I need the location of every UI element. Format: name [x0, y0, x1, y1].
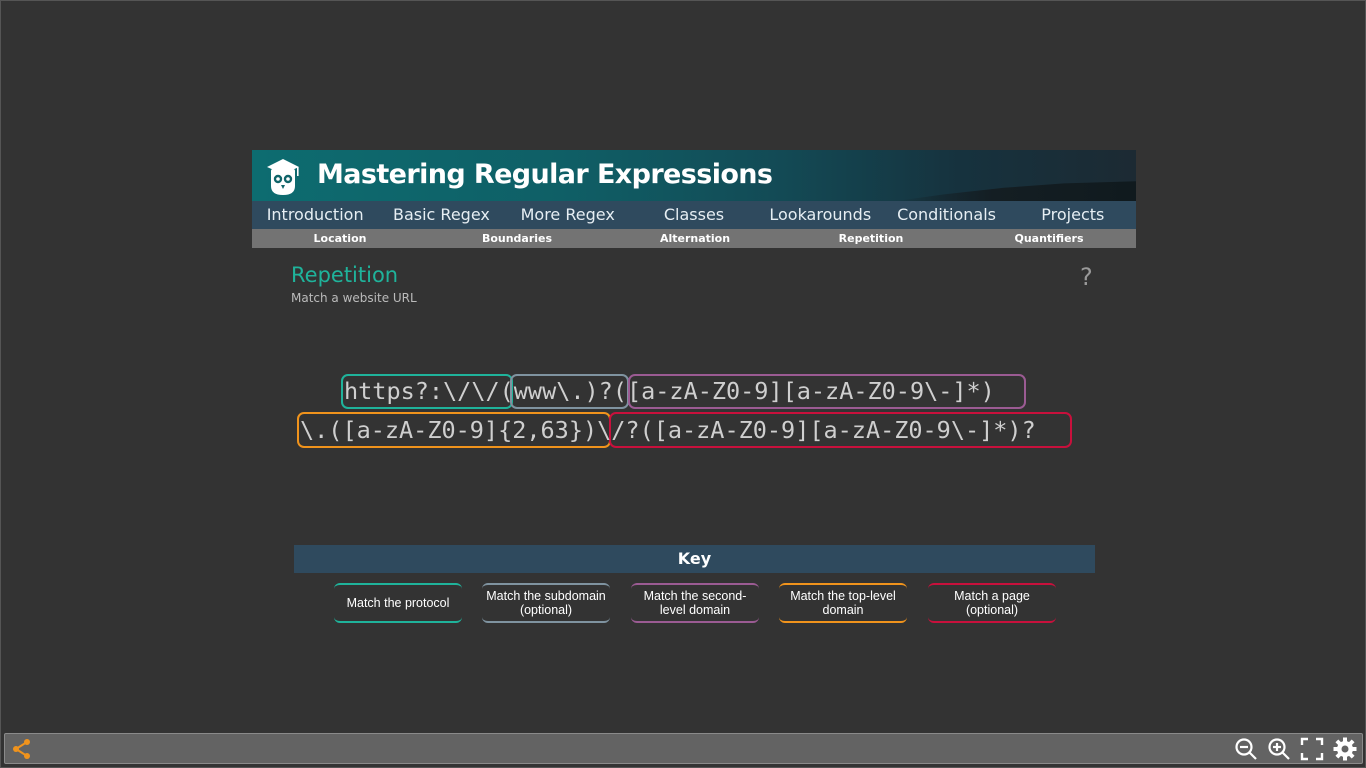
page-subheading: Match a website URL: [291, 291, 417, 305]
key-top-level: Match the top-level domain: [779, 583, 907, 623]
nav-more-regex[interactable]: More Regex: [505, 201, 631, 229]
key-subdomain: Match the subdomain (optional): [482, 583, 610, 623]
owl-graduate-logo-icon: [267, 159, 299, 195]
regex-top-level: \.([a-zA-Z0-9]{2,63}): [300, 416, 598, 444]
banner: Mastering Regular Expressions: [252, 150, 1136, 201]
subnav-repetition[interactable]: Repetition: [839, 229, 904, 248]
nav-projects[interactable]: Projects: [1010, 201, 1136, 229]
key-header: Key: [294, 545, 1095, 573]
main-nav: Introduction Basic Regex More Regex Clas…: [252, 201, 1136, 229]
zoom-out-icon[interactable]: [1234, 737, 1258, 761]
app-title: Mastering Regular Expressions: [317, 159, 773, 190]
sub-nav: Location Boundaries Alternation Repetiti…: [252, 229, 1136, 248]
subnav-location[interactable]: Location: [314, 229, 367, 248]
help-button[interactable]: ?: [1080, 263, 1093, 291]
regex-protocol: https?:\/\/: [344, 377, 500, 405]
bottom-toolbar: [4, 733, 1363, 764]
regex-page: \/?([a-zA-Z0-9][a-zA-Z0-9\-]*)?: [597, 416, 1036, 444]
nav-lookarounds[interactable]: Lookarounds: [757, 201, 883, 229]
banner-shoreline: [896, 181, 1136, 201]
key-protocol: Match the protocol: [334, 583, 462, 623]
fullscreen-icon[interactable]: [1300, 737, 1324, 761]
share-icon[interactable]: [10, 737, 34, 761]
nav-basic-regex[interactable]: Basic Regex: [378, 201, 504, 229]
subnav-alternation[interactable]: Alternation: [660, 229, 730, 248]
slide: Mastering Regular Expressions Introducti…: [252, 150, 1136, 623]
settings-icon[interactable]: [1333, 737, 1357, 761]
regex-subdomain: (www\.)?: [499, 377, 613, 405]
key-second-level: Match the second-level domain: [631, 583, 759, 623]
nav-classes[interactable]: Classes: [631, 201, 757, 229]
nav-introduction[interactable]: Introduction: [252, 201, 378, 229]
regex-second-level: ([a-zA-Z0-9][a-zA-Z0-9\-]*): [612, 377, 995, 405]
page-heading: Repetition: [291, 263, 399, 287]
regex-line-2: \.([a-zA-Z0-9]{2,63})\/?([a-zA-Z0-9][a-z…: [300, 414, 1036, 446]
subnav-boundaries[interactable]: Boundaries: [482, 229, 552, 248]
subnav-quantifiers[interactable]: Quantifiers: [1014, 229, 1083, 248]
key-page: Match a page (optional): [928, 583, 1056, 623]
nav-conditionals[interactable]: Conditionals: [883, 201, 1009, 229]
regex-line-1: https?:\/\/(www\.)?([a-zA-Z0-9][a-zA-Z0-…: [344, 375, 995, 407]
zoom-in-icon[interactable]: [1267, 737, 1291, 761]
